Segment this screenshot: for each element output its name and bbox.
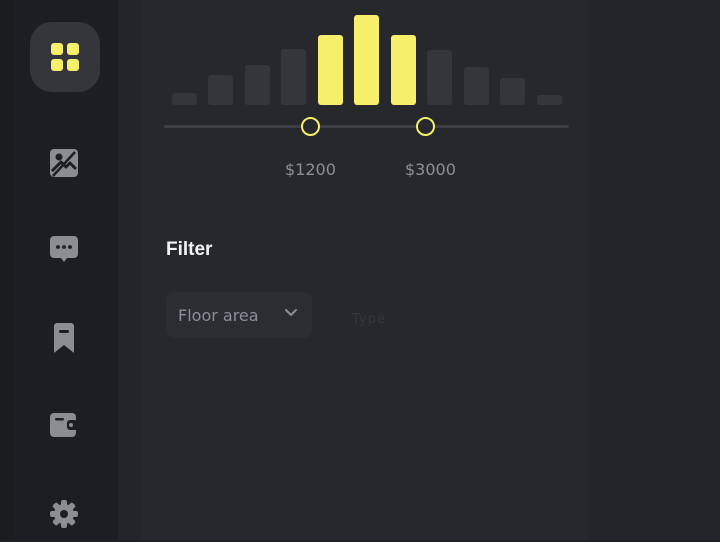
sidebar-item-dashboard[interactable]	[30, 22, 100, 92]
wallet-icon	[50, 413, 78, 437]
histogram-bar	[464, 67, 489, 105]
sidebar-item-saved[interactable]	[36, 310, 92, 366]
settings-icon	[50, 500, 78, 528]
grid-icon	[51, 43, 79, 71]
sidebar-item-gallery[interactable]	[36, 135, 92, 191]
chevron-down-icon	[285, 309, 297, 316]
window-edge	[0, 0, 14, 540]
histogram-bar	[245, 65, 270, 105]
chat-icon	[50, 236, 78, 262]
histogram-bar	[172, 93, 197, 105]
bookmark-icon	[54, 323, 74, 353]
price-slider-max-handle[interactable]	[416, 117, 435, 136]
type-filter-label[interactable]: Type	[352, 312, 386, 327]
dropdown-label: Floor area	[178, 305, 259, 325]
price-max-label: $3000	[405, 160, 456, 179]
histogram-bar	[318, 35, 343, 105]
floor-area-dropdown[interactable]: Floor area	[166, 292, 312, 338]
histogram-bar	[537, 95, 562, 105]
image-icon	[50, 149, 78, 177]
histogram-bar	[208, 75, 233, 105]
price-min-label: $1200	[285, 160, 336, 179]
price-slider-track[interactable]	[164, 125, 569, 128]
histogram-bar	[391, 35, 416, 105]
right-region	[588, 0, 720, 540]
sidebar-item-messages[interactable]	[36, 221, 92, 277]
price-slider-min-handle[interactable]	[301, 117, 320, 136]
histogram-bar	[281, 49, 306, 105]
histogram-bar	[354, 15, 379, 105]
sidebar-item-wallet[interactable]	[36, 397, 92, 453]
gutter	[118, 0, 142, 540]
sidebar-item-settings[interactable]	[36, 486, 92, 542]
filter-title: Filter	[166, 239, 213, 260]
histogram-bar	[500, 78, 525, 105]
histogram-bar	[427, 50, 452, 105]
